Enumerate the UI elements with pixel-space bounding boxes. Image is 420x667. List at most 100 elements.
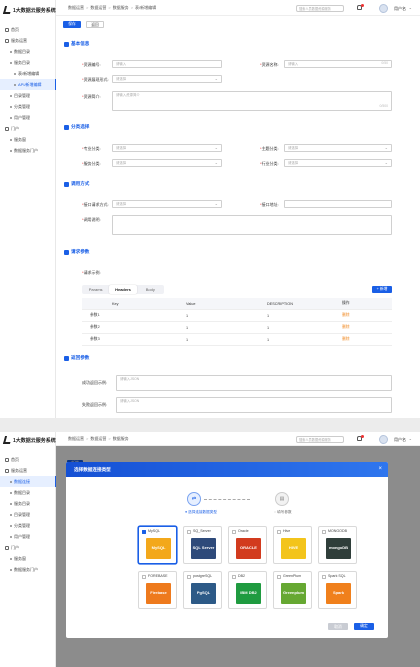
search-input[interactable]: 搜索人员数据资源服务 (296, 435, 344, 443)
back-button[interactable]: 返回 (86, 21, 104, 28)
sidebar-item-8[interactable]: 门户 (0, 542, 56, 553)
sidebar-item-label: 首页 (11, 456, 19, 462)
sidebar-item-10[interactable]: 数据服务门户 (0, 564, 56, 575)
table-cell: 1 (186, 325, 189, 330)
sidebar-item-7[interactable]: 用户管理 (0, 531, 56, 542)
db-card-6[interactable]: postgreSQL PgSQL (183, 571, 222, 609)
chevron-right-icon: > (130, 5, 134, 10)
tab-headers[interactable]: Headers (109, 285, 137, 294)
sidebar-item-6[interactable]: 目录管理 (0, 90, 56, 101)
delete-link[interactable]: 删除 (342, 313, 350, 318)
industry-class-select[interactable]: 请选择 (284, 159, 392, 167)
save-button[interactable]: 保存 (63, 21, 81, 28)
breadcrumb-item[interactable]: 数据运营 (68, 436, 84, 442)
label-res-code: *资源编号: (82, 62, 101, 67)
breadcrumb-item[interactable]: 数据服务 (113, 5, 129, 11)
db-card-8[interactable]: GreenPlum Greenplum (273, 571, 312, 609)
step1-icon: ⇄ (187, 492, 201, 506)
confirm-button[interactable]: 确定 (354, 623, 374, 630)
table-cell: 1 (267, 337, 270, 342)
sidebar-item-6[interactable]: 分类管理 (0, 520, 56, 531)
call-desc-textarea[interactable] (112, 215, 392, 235)
checkbox[interactable] (187, 575, 191, 579)
service-class-select[interactable]: 请选择 (112, 159, 222, 167)
db-card-0[interactable]: MySQL MySQL (138, 526, 177, 564)
username[interactable]: 用户名 (394, 437, 406, 443)
checkbox[interactable] (232, 575, 236, 579)
checkbox[interactable] (277, 530, 281, 534)
sidebar-item-8[interactable]: 用户管理 (0, 112, 56, 123)
search-input[interactable]: 搜索人员数据资源服务 (296, 4, 344, 12)
checkbox[interactable] (142, 530, 146, 534)
column-header: DESCRIPTION (267, 301, 293, 306)
sidebar-item-9[interactable]: 服务窗 (0, 553, 56, 564)
sidebar-item-1[interactable]: 服务运营 (0, 465, 56, 476)
db-card-9[interactable]: Spark SQL Spark (318, 571, 357, 609)
cancel-button[interactable]: 取消 (328, 623, 348, 630)
close-icon[interactable]: × (378, 462, 382, 477)
db-card-4[interactable]: MONGODB mongoDB (318, 526, 357, 564)
checkbox[interactable] (322, 530, 326, 534)
sidebar-item-11[interactable]: 数据服务门户 (0, 145, 56, 156)
db-logo-icon: Spark (326, 583, 351, 604)
table-row: 参数2 1 1 删除 (82, 322, 392, 334)
topic-class-select[interactable]: 请选择 (284, 144, 392, 152)
sidebar-item-2[interactable]: 数据连接 (0, 476, 56, 487)
layers-icon (5, 468, 9, 473)
sidebar-item-1[interactable]: 服务运营 (0, 35, 56, 46)
chevron-right-icon: > (108, 5, 111, 10)
checkbox[interactable] (187, 530, 191, 534)
app-logo: 1大数据云服务系统 (2, 6, 56, 14)
success-example-textarea[interactable]: 请输入JSON (116, 375, 392, 391)
add-row-button[interactable]: + 新增 (372, 286, 392, 293)
breadcrumb-item[interactable]: 数据运营 (90, 436, 106, 442)
res-code-input[interactable]: 请输入 (112, 60, 222, 68)
db-card-3[interactable]: Hive HIVE (273, 526, 312, 564)
db-card-2[interactable]: Oracle ORACLE (228, 526, 267, 564)
sidebar-item-3[interactable]: 数据目录 (0, 487, 56, 498)
call-method-select[interactable]: 请选择 (112, 200, 222, 208)
sidebar-item-0[interactable]: 首页 (0, 454, 56, 465)
res-display-select[interactable]: 请选择 (112, 75, 222, 83)
delete-link[interactable]: 删除 (342, 337, 350, 342)
db-card-1[interactable]: SQ_Server SQL Server (183, 526, 222, 564)
notification-badge (361, 434, 364, 438)
sidebar-item-4[interactable]: 表/新增编辑 (0, 68, 56, 79)
breadcrumb-item[interactable]: 数据运营 (68, 5, 84, 11)
sidebar-item-label: 数据连接 (14, 478, 30, 484)
sidebar-item-7[interactable]: 分类管理 (0, 101, 56, 112)
db-card-5[interactable]: FOREBASE Firebase (138, 571, 177, 609)
checkbox[interactable] (142, 575, 146, 579)
res-name-input[interactable]: 请输入 0/50 (284, 60, 392, 68)
tab-params[interactable]: Params (82, 285, 109, 294)
table-cell: 1 (267, 325, 270, 330)
sidebar-item-5[interactable]: 目录管理 (0, 509, 56, 520)
res-desc-textarea[interactable]: 请输入资源简介 0/500 (112, 91, 392, 111)
avatar[interactable] (379, 434, 388, 444)
delete-link[interactable]: 删除 (342, 325, 350, 330)
checkbox[interactable] (232, 530, 236, 534)
bullet-icon (10, 138, 12, 141)
major-class-select[interactable]: 请选择 (112, 144, 222, 152)
sidebar-item-10[interactable]: 服务窗 (0, 134, 56, 145)
sidebar-item-5[interactable]: API/新增编辑 (0, 79, 56, 90)
breadcrumb-item[interactable]: 表/新增编辑 (135, 5, 156, 11)
db-card-7[interactable]: DB2 IBM DB2 (228, 571, 267, 609)
sidebar-item-9[interactable]: 门户 (0, 123, 56, 134)
tab-body[interactable]: Body (137, 285, 164, 294)
sidebar-item-3[interactable]: 服务目录 (0, 57, 56, 68)
breadcrumb-item[interactable]: 数据服务 (113, 436, 129, 442)
sidebar-item-4[interactable]: 服务目录 (0, 498, 56, 509)
fail-example-textarea[interactable]: 请输入JSON (116, 397, 392, 413)
sidebar-item-0[interactable]: 首页 (0, 24, 56, 35)
chevron-down-icon[interactable]: ⌄ (409, 5, 412, 10)
avatar[interactable] (379, 3, 388, 13)
sidebar-item-2[interactable]: 数据目录 (0, 46, 56, 57)
chevron-right-icon: > (108, 436, 111, 441)
checkbox[interactable] (322, 575, 326, 579)
breadcrumb-item[interactable]: 数据运营 (90, 5, 106, 11)
checkbox[interactable] (277, 575, 281, 579)
username[interactable]: 用户名 (394, 6, 406, 12)
chevron-down-icon[interactable]: ⌄ (409, 436, 412, 441)
call-addr-input[interactable] (284, 200, 392, 208)
